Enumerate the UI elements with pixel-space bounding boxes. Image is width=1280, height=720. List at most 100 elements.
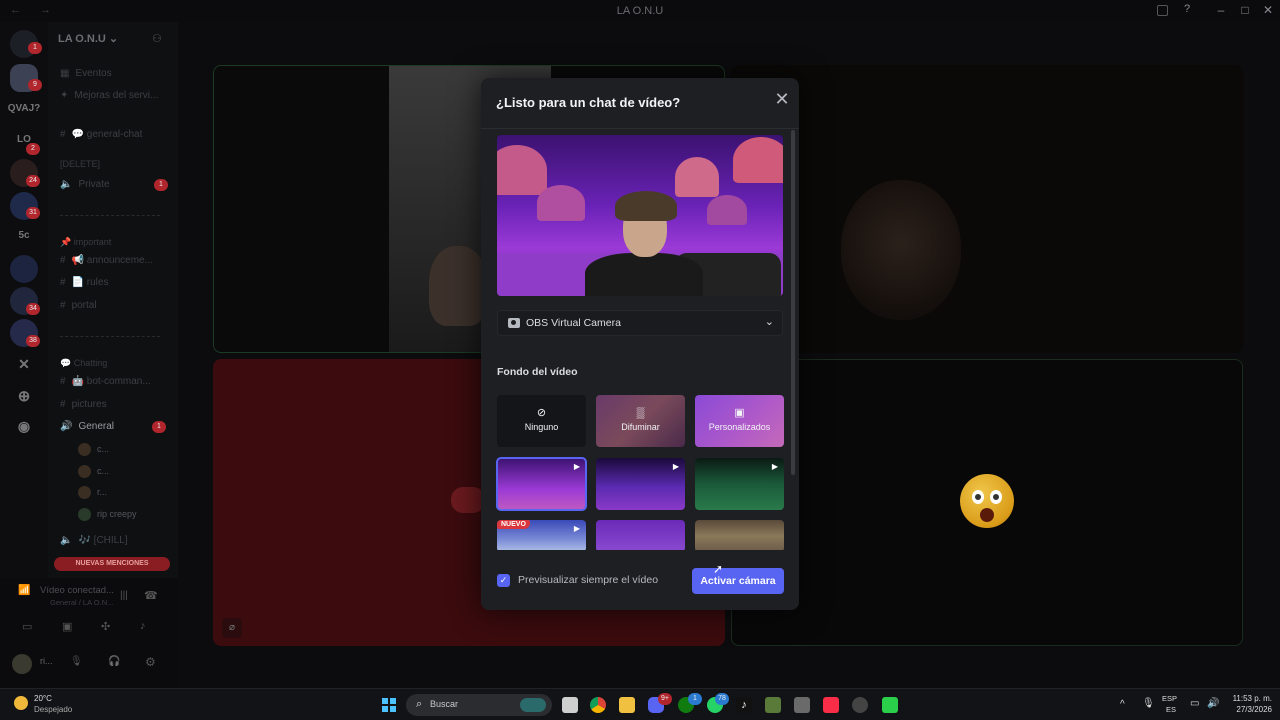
server-label[interactable]: LO <box>0 134 48 145</box>
camera-select[interactable]: OBS Virtual Camera ⌄ <box>497 310 783 336</box>
language-bottom[interactable]: ES <box>1166 705 1176 714</box>
inbox-icon[interactable] <box>1157 5 1168 16</box>
help-icon[interactable]: ? <box>1177 3 1197 15</box>
activate-camera-button[interactable]: Activar cámara <box>692 568 784 594</box>
minimize-button[interactable]: – <box>1211 3 1231 17</box>
video-tile-avatar[interactable] <box>731 359 1243 646</box>
badge: 2 <box>26 143 40 155</box>
calculator-icon[interactable] <box>794 697 810 713</box>
user-in-preview <box>585 173 781 296</box>
voice-user[interactable]: r... <box>78 486 107 499</box>
voice-user[interactable]: rip creepy <box>78 508 137 521</box>
music-icon[interactable] <box>823 697 839 713</box>
channel-rules[interactable]: # 📄 rules <box>60 277 108 288</box>
activities-icon[interactable]: ✣ <box>101 620 110 633</box>
user-name[interactable]: ri... <box>40 656 53 666</box>
noise-suppression-icon[interactable]: ||| <box>120 590 128 601</box>
background-thumbnail[interactable]: ▶ <box>596 458 685 510</box>
server-label[interactable]: QVAJ? <box>0 103 48 114</box>
events-link[interactable]: ▦ Eventos <box>60 68 112 79</box>
category-delete[interactable]: [DELETE] <box>60 159 100 169</box>
category-chatting[interactable]: 💬 Chatting <box>60 358 107 369</box>
app-icon[interactable] <box>882 697 898 713</box>
file-explorer-icon[interactable] <box>619 697 635 713</box>
voice-channel-chill[interactable]: 🔈 🎶 [CHILL] <box>60 535 128 546</box>
voice-user[interactable]: c... <box>78 465 109 478</box>
video-connected-status[interactable]: Vídeo conectad... <box>40 585 114 596</box>
server-label[interactable]: 5c <box>0 230 48 241</box>
badge: 1 <box>28 42 42 54</box>
modal-scrollbar[interactable] <box>791 130 795 550</box>
channel-bot-commands[interactable]: # 🤖 bot-comman... <box>60 376 151 387</box>
channel-private[interactable]: 🔈 Private <box>60 179 110 190</box>
tray-overflow-icon[interactable]: ^ <box>1120 699 1125 710</box>
add-server-icon[interactable]: ⊕ <box>0 387 48 405</box>
discord-window: ← → LA O.N.U ? – □ ✕ 1 9 QVAJ? LO 2 24 3… <box>0 0 1280 688</box>
language-top[interactable]: ESP <box>1162 694 1177 703</box>
soundboard-icon[interactable]: ♪ <box>140 620 146 632</box>
discover-icon[interactable]: ✕ <box>0 356 48 373</box>
camera-select-value: OBS Virtual Camera <box>526 317 621 329</box>
system-clock[interactable]: 11:53 p. m. 27/3/2026 <box>1222 693 1272 715</box>
settings-gear-icon[interactable]: ⚙ <box>145 655 156 669</box>
invite-icon[interactable]: ⚇ <box>152 32 162 45</box>
user-avatar[interactable] <box>12 654 32 674</box>
background-option-blur[interactable]: ▒ Difuminar <box>596 395 685 447</box>
badge: 24 <box>26 175 40 187</box>
disconnect-icon[interactable]: ☎ <box>144 589 158 602</box>
background-option-custom[interactable]: ▣ Personalizados <box>695 395 784 447</box>
screen-share-icon[interactable]: ▣ <box>62 620 72 633</box>
microphone-tray-icon[interactable]: 🎙 <box>1142 698 1155 709</box>
headphones-icon[interactable]: 🎧 <box>108 656 120 667</box>
obs-icon[interactable] <box>852 697 868 713</box>
always-preview-checkbox[interactable]: ✓ <box>497 574 510 587</box>
camera-off-icon[interactable]: ▭ <box>22 620 32 633</box>
clock-date: 27/3/2026 <box>1236 705 1272 714</box>
close-window-button[interactable]: ✕ <box>1258 3 1278 17</box>
muted-mic-icon: ⌀ <box>222 618 242 638</box>
task-view-icon[interactable] <box>562 697 578 713</box>
video-tile-participant[interactable] <box>731 65 1243 353</box>
minecraft-icon[interactable] <box>765 697 781 713</box>
new-badge: NUEVO <box>497 520 530 529</box>
microphone-icon[interactable]: 🎙 <box>70 656 83 667</box>
divider <box>481 128 799 129</box>
server-icon[interactable] <box>10 255 38 283</box>
windows-taskbar: 20°C Despejado ⌕ Buscar 9+ 1 78 ♪ ^ 🎙 ES… <box>0 688 1280 720</box>
play-icon: ▶ <box>573 462 580 471</box>
avatar <box>78 443 91 456</box>
voice-user[interactable]: c... <box>78 443 109 456</box>
scrollbar-thumb[interactable] <box>791 130 795 475</box>
channel-portal[interactable]: # portal <box>60 300 97 311</box>
voice-location[interactable]: General / LA O.N... <box>50 598 113 607</box>
new-mentions-pill[interactable]: NUEVAS MENCIONES <box>54 557 170 571</box>
tiktok-icon[interactable]: ♪ <box>736 697 752 713</box>
explore-icon[interactable]: ◉ <box>0 418 48 435</box>
chrome-icon[interactable] <box>590 697 606 713</box>
background-thumbnail-selected[interactable]: ▶ <box>496 457 587 511</box>
channel-pictures[interactable]: # pictures <box>60 399 107 410</box>
voice-connection-panel: 📶 Vídeo conectad... General / LA O.N... … <box>0 578 178 688</box>
option-label: Ninguno <box>524 422 559 432</box>
always-preview-label[interactable]: Previsualizar siempre el vídeo <box>518 574 658 586</box>
background-thumbnail[interactable] <box>695 520 784 552</box>
channel-announcements[interactable]: # 📢 announceme... <box>60 255 153 266</box>
start-button[interactable] <box>382 698 396 712</box>
network-icon[interactable]: ▭ <box>1190 698 1199 709</box>
taskbar-search[interactable]: ⌕ Buscar <box>406 694 552 716</box>
voice-channel-general[interactable]: 🔊 General <box>60 421 114 432</box>
background-option-none[interactable]: ⊘ Ninguno <box>497 395 586 447</box>
background-thumbnail[interactable]: ▶ <box>695 458 784 510</box>
maximize-button[interactable]: □ <box>1235 3 1255 17</box>
weather-condition: Despejado <box>34 705 73 714</box>
background-thumbnail[interactable] <box>596 520 685 552</box>
search-placeholder: Buscar <box>430 699 459 709</box>
volume-icon[interactable]: 🔊 <box>1207 698 1219 709</box>
background-thumbnail[interactable]: NUEVO ▶ <box>497 520 586 552</box>
close-icon[interactable]: ✕ <box>772 89 792 109</box>
server-name-header[interactable]: LA O.N.U ⌄ <box>58 32 118 45</box>
category-important[interactable]: 📌 important <box>60 237 111 248</box>
discord-logo-icon <box>451 487 485 513</box>
channel-general-chat[interactable]: # 💬 general-chat <box>60 129 142 140</box>
server-boost-link[interactable]: ✦ Mejoras del servi... <box>60 90 158 101</box>
